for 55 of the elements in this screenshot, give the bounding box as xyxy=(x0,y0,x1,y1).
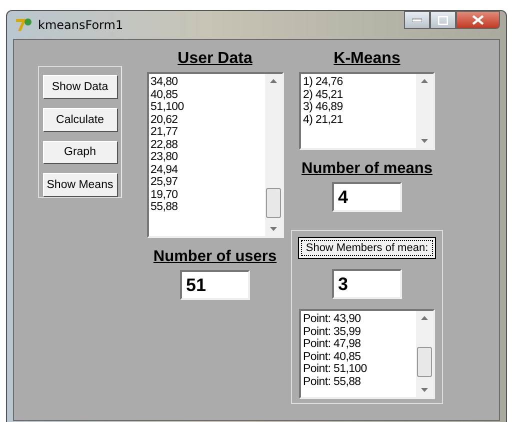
maximize-button[interactable] xyxy=(430,11,456,29)
list-item[interactable]: 40,85 xyxy=(150,88,262,101)
show-members-button[interactable]: Show Members of mean: xyxy=(298,237,436,259)
scroll-up-icon[interactable] xyxy=(421,316,428,320)
list-item[interactable]: 24,94 xyxy=(150,164,262,176)
maximize-icon xyxy=(438,16,448,24)
list-item[interactable]: 19,70 xyxy=(150,188,262,201)
number-field[interactable]: 51 xyxy=(180,270,250,300)
scrollbar[interactable] xyxy=(416,311,433,397)
minimize-button[interactable] xyxy=(404,11,430,29)
command-button[interactable]: Show Means xyxy=(42,173,118,197)
list-item[interactable]: Point: 55,88 xyxy=(303,376,414,388)
app-icon xyxy=(15,17,33,33)
field-label: Number of means xyxy=(302,160,432,178)
field-label: Number of users xyxy=(153,248,277,266)
scroll-thumb[interactable] xyxy=(417,347,432,377)
members-list[interactable]: Point: 43,90 Point: 35,99 Point: 47,98 Point: 40,85 Point: 51,100 Point: 55,88 xyxy=(299,309,435,399)
close-icon xyxy=(472,15,484,25)
list-item[interactable]: 51,100 xyxy=(150,101,262,114)
scroll-up-icon[interactable] xyxy=(421,79,428,83)
minimize-icon xyxy=(412,18,422,22)
scroll-thumb[interactable] xyxy=(266,188,280,218)
list-item[interactable]: 1) 24,76 xyxy=(303,76,414,88)
list-item[interactable]: 2) 45,21 xyxy=(303,88,414,101)
list-item[interactable]: Point: 51,100 xyxy=(303,363,414,376)
list-item[interactable]: 20,62 xyxy=(150,114,262,126)
list-item[interactable]: 55,88 xyxy=(150,201,262,214)
scrollbar[interactable] xyxy=(264,74,282,236)
k-means-list[interactable]: 1) 24,76 2) 45,21 3) 46,89 4) 21,21 xyxy=(299,72,435,150)
list-item[interactable]: 34,80 xyxy=(150,76,262,88)
section-heading: User Data xyxy=(178,50,252,68)
list-item[interactable]: Point: 35,99 xyxy=(303,326,414,338)
scrollbar[interactable] xyxy=(416,74,433,148)
list-item[interactable]: 3) 46,89 xyxy=(303,101,414,114)
command-button[interactable]: Show Data xyxy=(42,75,118,99)
command-button[interactable]: Calculate xyxy=(42,108,118,132)
list-item[interactable]: Point: 47,98 xyxy=(303,338,414,350)
list-item[interactable]: 21,77 xyxy=(150,126,262,138)
window-title: kmeansForm1 xyxy=(38,18,124,32)
section-heading: K-Means xyxy=(334,50,400,68)
list-item[interactable]: Point: 43,90 xyxy=(303,313,414,326)
list-item[interactable]: 23,80 xyxy=(150,151,262,164)
command-button[interactable]: Graph xyxy=(42,140,118,164)
scroll-up-icon[interactable] xyxy=(270,79,276,83)
list-item[interactable]: 25,97 xyxy=(150,176,262,188)
list-item[interactable]: Point: 40,85 xyxy=(303,350,414,363)
close-button[interactable] xyxy=(456,11,500,29)
user-data-list[interactable]: 34,80 40,85 51,100 20,62 21,77 22,88 23,80 24,94 25,97 19,70 55,88 xyxy=(146,72,284,238)
scroll-down-icon[interactable] xyxy=(421,388,428,392)
list-item[interactable]: 4) 21,21 xyxy=(303,114,414,126)
list-item[interactable]: 22,88 xyxy=(150,138,262,151)
number-field[interactable]: 4 xyxy=(332,182,402,212)
scroll-down-icon[interactable] xyxy=(421,139,428,143)
number-field[interactable]: 3 xyxy=(332,269,402,299)
scroll-down-icon[interactable] xyxy=(270,227,276,231)
